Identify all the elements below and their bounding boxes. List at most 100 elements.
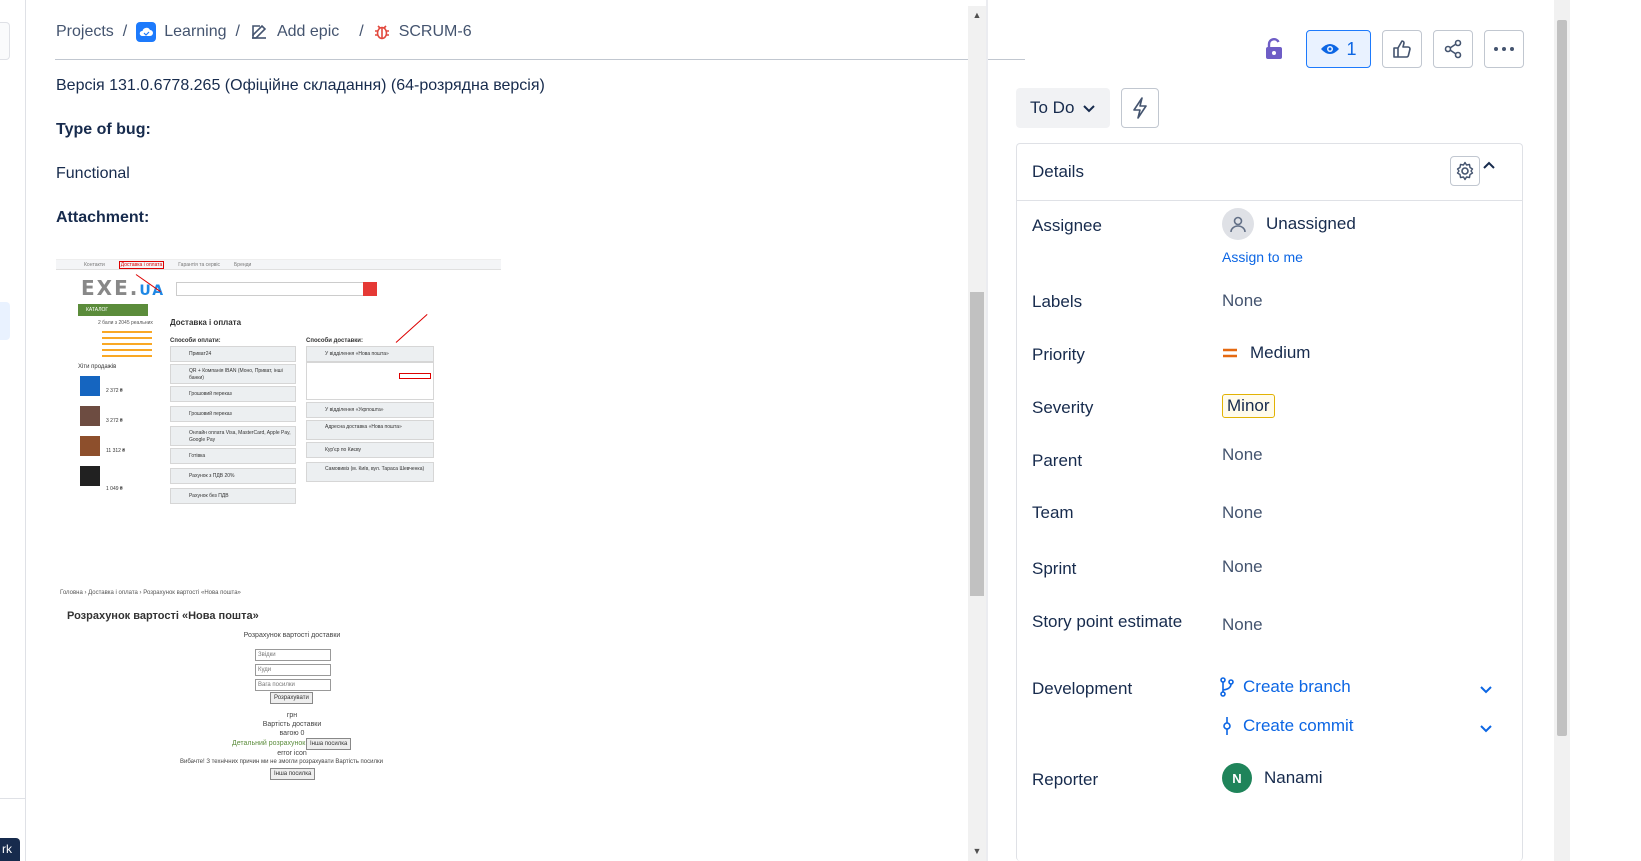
site-search-button [363,282,377,296]
site-page-title: Доставка і оплата [170,318,242,327]
site-hits-heading: Хіти продажів [78,364,117,370]
team-value[interactable]: None [1222,503,1263,523]
payment-row: Онлайн оплата Visa, MasterCard, Apple Pa… [170,426,296,446]
breadcrumb-projects[interactable]: Projects [56,23,114,41]
share-button[interactable] [1433,30,1473,68]
reporter-avatar: N [1222,763,1252,793]
reporter-name: Nanami [1264,768,1323,787]
user-icon [1222,208,1254,240]
scroll-up-arrow[interactable]: ▲ [972,10,982,20]
calc-grn: грн [286,712,298,719]
share-icon [1444,39,1462,59]
site-logo: EXE.UA [81,276,165,300]
development-label: Development [1032,679,1133,698]
calc-other-parcel-button: Інша посилка [306,738,352,750]
restriction-button[interactable] [1259,34,1289,64]
priority-medium-icon [1223,348,1237,358]
site-topbar-item-highlighted: Доставка і оплата [118,260,165,269]
watch-button[interactable]: 1 [1306,30,1371,68]
site-logo-main: EXE. [81,276,140,300]
bolt-icon [1133,97,1147,119]
site-topbar-item: Бренди [234,261,252,268]
delivery-row: Адресна доставка «Нова пошта» [306,420,434,440]
scrollbar-thumb[interactable] [970,292,984,596]
product-thumb [80,436,100,456]
browser-version-text: Версія 131.0.6778.265 (Офіційне складанн… [56,77,545,94]
payment-row: Грошовий переказ [170,386,296,402]
payment-row: Рахунок з ПДВ 20% [170,468,296,484]
payment-row: Готівка [170,448,296,464]
breadcrumb-project-label: Learning [164,23,227,40]
gear-icon [1456,161,1474,181]
left-sidebar-strip: rk [0,0,26,861]
sidebar-dark-tab[interactable]: rk [0,838,20,861]
calc-button: Розрахувати [270,692,313,704]
sprint-label: Sprint [1032,559,1077,578]
calc-error-text: Вибачте! З технічних причин ми не змогли… [180,759,383,765]
chevron-down-icon[interactable] [1479,723,1493,733]
site-payment-heading: Способи оплати: [170,338,221,344]
chevron-down-icon [1083,105,1096,113]
main-scrollbar[interactable]: ▲ ▼ [968,6,986,861]
parent-value[interactable]: None [1222,445,1263,465]
scroll-down-arrow[interactable]: ▼ [972,846,982,856]
calc-from-field: Звідки [255,649,331,661]
automation-button[interactable] [1121,88,1159,128]
reporter-label: Reporter [1032,770,1099,789]
breadcrumb-issue-key[interactable]: SCRUM-6 [373,23,472,41]
calc-detail-link: Детальний розрахунок [232,740,306,747]
delivery-row: У відділення «Нова пошта» [306,346,434,362]
story-points-value[interactable]: None [1222,615,1263,635]
vote-button[interactable] [1382,30,1422,68]
thumbs-up-icon [1393,40,1411,58]
team-label: Team [1032,503,1074,522]
reporter-value[interactable]: N Nanami [1222,763,1323,793]
product-price: 1 049 ₴ [106,486,123,492]
calc-weight-field: Вага посилки [255,679,331,691]
breadcrumb-separator: / [235,23,240,40]
details-header[interactable]: Details [1017,144,1522,201]
attachment-image-calc-page[interactable]: Головна › Доставка і оплата › Розрахунок… [56,590,456,790]
create-commit-label: Create commit [1243,716,1354,735]
type-of-bug-value: Functional [56,165,130,182]
sprint-value[interactable]: None [1222,557,1263,577]
priority-value[interactable]: Medium [1222,343,1310,363]
severity-value[interactable]: Minor [1222,394,1275,418]
status-dropdown[interactable]: To Do [1016,88,1111,128]
branch-icon [1220,677,1234,697]
product-price: 3 272 ₴ [106,418,123,424]
severity-pill: Minor [1222,394,1275,418]
sidebar-nub[interactable] [0,22,10,60]
labels-value[interactable]: None [1222,291,1263,311]
assignee-label: Assignee [1032,216,1102,235]
status-label: To Do [1030,98,1075,117]
create-commit-link[interactable]: Create commit [1219,716,1354,736]
product-price: 2 372 ₴ [106,388,123,394]
breadcrumb-add-epic[interactable]: Add epic [249,22,339,42]
calc-to-field: Куди [255,664,331,676]
payment-row: Грошовий переказ [170,406,296,422]
more-actions-button[interactable] [1484,30,1524,68]
create-branch-link[interactable]: Create branch [1219,677,1351,697]
parent-label: Parent [1032,451,1083,470]
attachment-image-delivery-page[interactable]: Контакти Доставка і оплата Гарантія та с… [56,259,501,515]
assignee-value[interactable]: Unassigned [1222,208,1356,240]
delivery-expanded-panel [306,362,434,400]
edit-icon [251,24,267,39]
chevron-up-icon[interactable] [1482,160,1496,170]
chevron-down-icon[interactable] [1479,684,1493,694]
sidebar-nub-active[interactable] [0,302,10,340]
side-panel-scrollbar[interactable] [1554,0,1570,861]
product-thumb [80,466,100,486]
configure-fields-button[interactable] [1450,156,1480,186]
product-price: 11 312 ₴ [106,448,126,454]
sidebar-separator [0,798,26,799]
commit-icon [1223,717,1231,735]
breadcrumb-issue-key-label: SCRUM-6 [398,23,472,40]
breadcrumb-project[interactable]: Learning [136,22,227,42]
assign-to-me-link[interactable]: Assign to me [1222,249,1303,265]
site-topbar: Контакти Доставка і оплата Гарантія та с… [56,260,501,270]
side-scrollbar-thumb[interactable] [1557,20,1567,736]
priority-name: Medium [1250,343,1311,362]
story-points-label: Story point estimate [1032,612,1183,631]
